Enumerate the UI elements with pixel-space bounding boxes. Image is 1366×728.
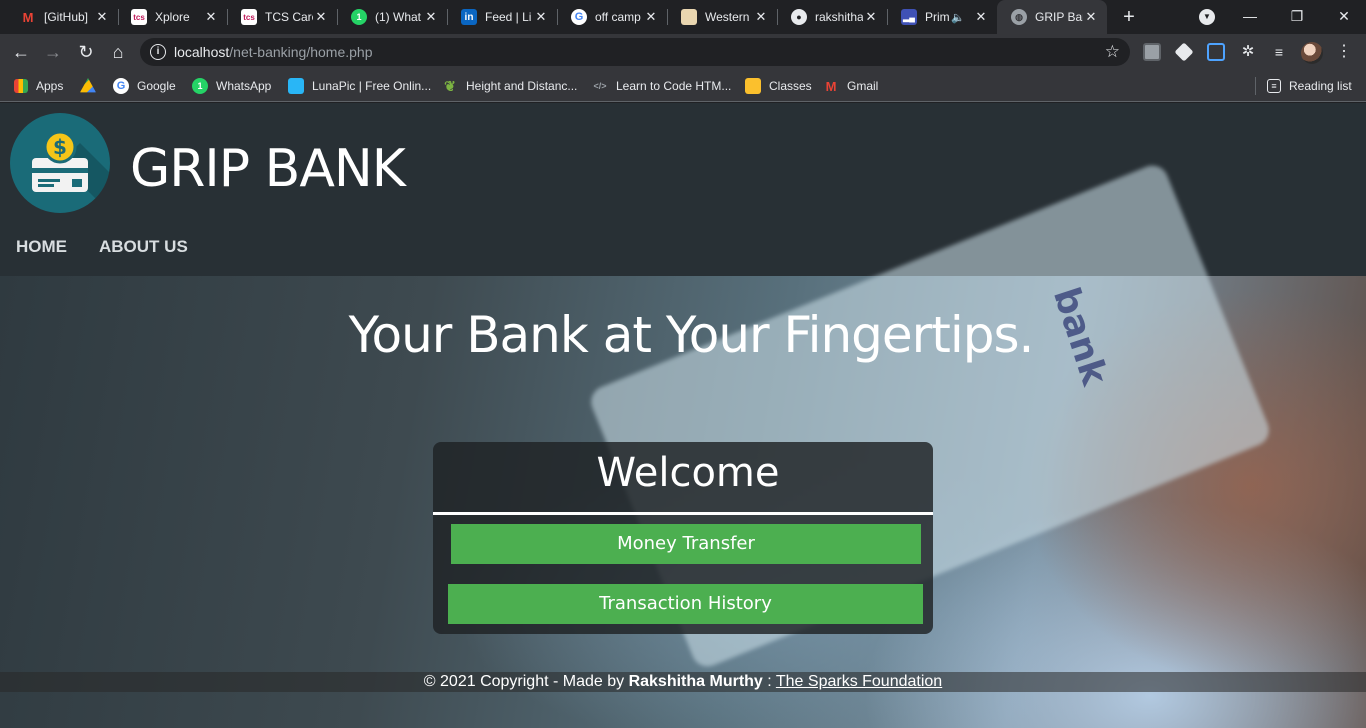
- close-icon[interactable]: ✕: [94, 9, 110, 25]
- bookmarks-bar: Apps G Google 1 WhatsApp LunaPic | Free …: [0, 70, 1366, 102]
- gmail-icon: M: [825, 78, 837, 94]
- tab-xplore[interactable]: tcs Xplore ✕: [117, 0, 227, 34]
- tab-search-icon[interactable]: ▼: [1199, 9, 1215, 25]
- site-info-icon[interactable]: i: [150, 44, 166, 60]
- whatsapp-icon: 1: [192, 78, 208, 94]
- leaf-icon: ❦: [444, 77, 456, 94]
- tab-western[interactable]: Western ✕: [667, 0, 777, 34]
- bookmark-google-drive[interactable]: [80, 77, 104, 95]
- close-icon[interactable]: ✕: [203, 9, 219, 25]
- tab-off-campus[interactable]: G off camp ✕: [557, 0, 667, 34]
- bookmark-whatsapp[interactable]: 1 WhatsApp: [192, 77, 271, 95]
- tab-whatsapp[interactable]: 1 (1) What ✕: [337, 0, 447, 34]
- hero-title: Your Bank at Your Fingertips.: [348, 306, 1035, 364]
- bookmark-star-icon[interactable]: ☆: [1105, 42, 1120, 62]
- tcs-icon: tcs: [131, 9, 147, 25]
- sparks-foundation-link[interactable]: The Sparks Foundation: [776, 673, 942, 690]
- site-nav: HOME ABOUT US: [16, 237, 188, 257]
- tcs-icon: tcs: [241, 9, 257, 25]
- tab-github[interactable]: ● rakshitha ✕: [777, 0, 887, 34]
- crop-extension-icon[interactable]: [1207, 43, 1225, 61]
- google-icon: G: [571, 9, 587, 25]
- western-icon: [681, 9, 697, 25]
- new-tab-button[interactable]: +: [1118, 6, 1140, 28]
- bookmark-lunapic[interactable]: LunaPic | Free Onlin...: [288, 77, 431, 95]
- bookmark-apps[interactable]: Apps: [14, 77, 63, 95]
- bookmark-classes[interactable]: Classes: [745, 77, 812, 95]
- code-icon: </>: [593, 81, 607, 91]
- nav-about-link[interactable]: ABOUT US: [99, 237, 188, 257]
- gmail-icon: M: [22, 9, 34, 25]
- google-icon: G: [113, 78, 129, 94]
- footer-copyright: © 2021 Copyright - Made by: [423, 673, 629, 690]
- github-icon: ●: [791, 9, 807, 25]
- kebab-menu-icon[interactable]: ⋮: [1336, 42, 1352, 62]
- close-icon[interactable]: ✕: [533, 9, 549, 25]
- close-icon[interactable]: ✕: [1083, 9, 1099, 25]
- tab-linkedin[interactable]: in Feed | Li ✕: [447, 0, 557, 34]
- footer: © 2021 Copyright - Made by Rakshitha Mur…: [0, 672, 1366, 692]
- close-icon[interactable]: ✕: [643, 9, 659, 25]
- svg-text:$: $: [53, 135, 67, 159]
- speaker-icon[interactable]: 🔈: [951, 11, 965, 24]
- reading-list-icon: ≡: [1267, 79, 1281, 93]
- apps-grid-icon: [14, 79, 28, 93]
- address-bar[interactable]: i localhost/net-banking/home.php ☆: [140, 38, 1130, 66]
- extension-icon[interactable]: [1143, 43, 1161, 61]
- close-icon[interactable]: ✕: [753, 9, 769, 25]
- home-icon[interactable]: ⌂: [106, 40, 130, 64]
- media-control-icon[interactable]: ≡: [1270, 43, 1288, 61]
- profile-avatar[interactable]: [1301, 42, 1323, 64]
- bookmark-google[interactable]: G Google: [113, 77, 176, 95]
- bank-logo-icon: $: [10, 113, 110, 213]
- globe-icon: ◍: [1011, 9, 1027, 25]
- whatsapp-icon: 1: [351, 9, 367, 25]
- minimize-button[interactable]: —: [1236, 4, 1264, 28]
- bookmark-gmail[interactable]: M Gmail: [823, 77, 879, 95]
- url-text[interactable]: localhost/net-banking/home.php: [174, 44, 372, 60]
- forward-arrow-icon[interactable]: →: [41, 40, 65, 64]
- divider: [433, 512, 933, 515]
- google-drive-icon: [80, 78, 96, 93]
- welcome-panel: Welcome Money Transfer Transaction Histo…: [433, 442, 933, 634]
- bookmark-height-distance[interactable]: ❦ Height and Distanc...: [442, 77, 577, 95]
- restore-button[interactable]: ❐: [1283, 4, 1311, 28]
- close-icon[interactable]: ✕: [863, 9, 879, 25]
- site-title: GRIP BANK: [130, 139, 406, 199]
- close-icon[interactable]: ✕: [973, 9, 989, 25]
- reading-list-button[interactable]: ≡ Reading list: [1267, 77, 1352, 95]
- transaction-history-button[interactable]: Transaction History: [448, 584, 923, 624]
- close-window-button[interactable]: ✕: [1330, 4, 1358, 28]
- tab-github-mail[interactable]: M [GitHub] ✕: [6, 0, 118, 34]
- footer-author: Rakshitha Murthy: [628, 673, 763, 690]
- web-page: $ GRIP BANK HOME ABOUT US bank Your Bank…: [0, 103, 1366, 728]
- hero-section: bank Your Bank at Your Fingertips. Welco…: [0, 160, 1366, 728]
- money-transfer-button[interactable]: Money Transfer: [451, 524, 921, 564]
- nav-home-link[interactable]: HOME: [16, 237, 67, 257]
- browser-toolbar: ← → ↻ ⌂ i localhost/net-banking/home.php…: [0, 34, 1366, 70]
- reload-icon[interactable]: ↻: [74, 40, 98, 64]
- tab-strip: M [GitHub] ✕ tcs Xplore ✕ tcs TCS Care ✕…: [0, 0, 1366, 34]
- tab-prime[interactable]: ▂▄ Prim 🔈 ✕: [887, 0, 997, 34]
- back-arrow-icon[interactable]: ←: [9, 40, 33, 64]
- welcome-heading: Welcome: [596, 450, 780, 496]
- tab-tcs-care[interactable]: tcs TCS Care ✕: [227, 0, 337, 34]
- lunapic-icon: [288, 78, 304, 94]
- close-icon[interactable]: ✕: [313, 9, 329, 25]
- close-icon[interactable]: ✕: [423, 9, 439, 25]
- tab-grip-bank-active[interactable]: ◍ GRIP Bar ✕: [997, 0, 1107, 34]
- puzzle-extensions-icon[interactable]: ✲: [1239, 43, 1257, 61]
- bookmark-learn-to-code[interactable]: </> Learn to Code HTM...: [592, 77, 731, 95]
- classroom-icon: [745, 78, 761, 94]
- prime-icon: ▂▄: [901, 9, 917, 25]
- cube-extension-icon[interactable]: [1174, 42, 1194, 62]
- linkedin-icon: in: [461, 9, 477, 25]
